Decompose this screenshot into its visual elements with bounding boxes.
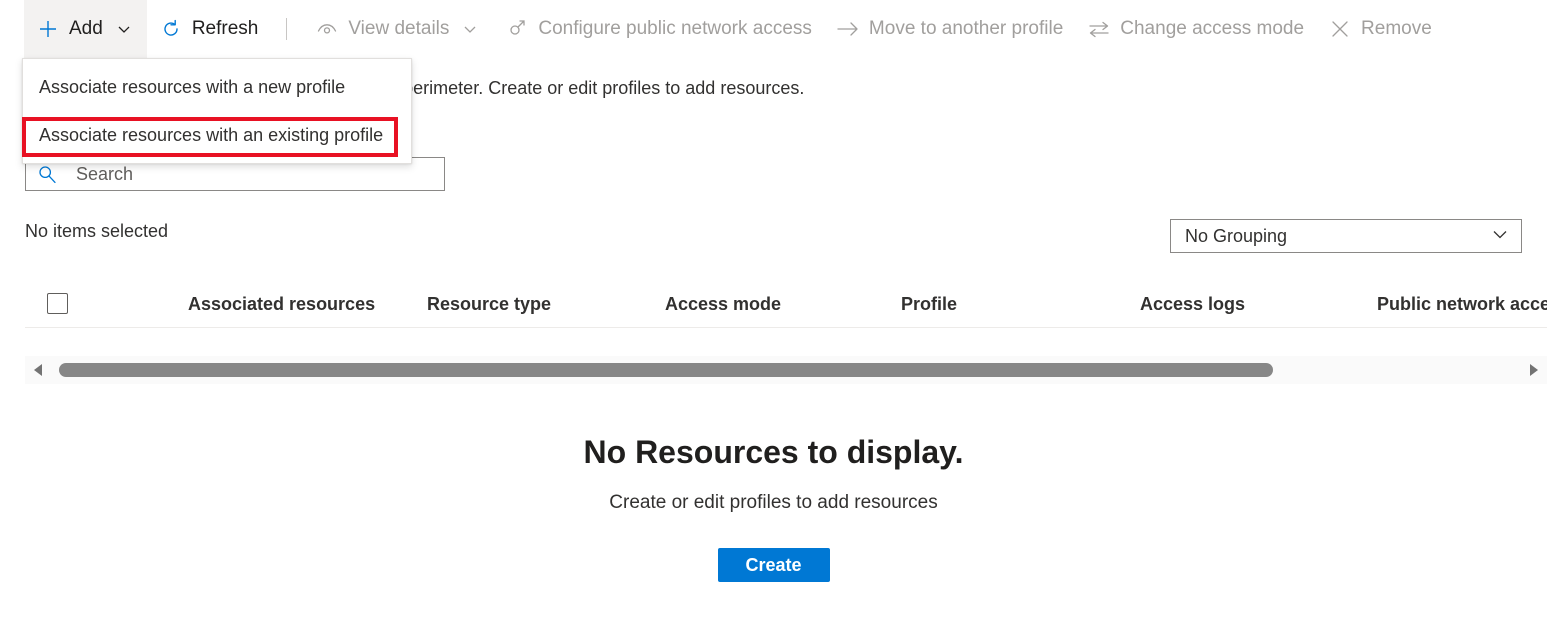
move-to-another-profile-button[interactable]: Move to another profile bbox=[824, 0, 1075, 58]
eye-icon bbox=[315, 17, 339, 41]
triangle-right-icon[interactable] bbox=[1521, 362, 1547, 378]
select-all-checkbox[interactable] bbox=[47, 293, 68, 314]
command-bar: Add Refresh View details bbox=[0, 0, 1547, 58]
empty-state: No Resources to display. Create or edit … bbox=[0, 430, 1547, 582]
view-details-button[interactable]: View details bbox=[303, 0, 493, 58]
search-icon bbox=[36, 163, 58, 185]
plus-icon bbox=[36, 17, 60, 41]
triangle-left-icon[interactable] bbox=[25, 362, 51, 378]
configure-public-network-access-label: Configure public network access bbox=[538, 18, 812, 40]
change-access-mode-button[interactable]: Change access mode bbox=[1075, 0, 1316, 58]
remove-button-label: Remove bbox=[1361, 18, 1432, 40]
column-header-profile[interactable]: Profile bbox=[901, 280, 957, 328]
resources-table-header: Associated resources Resource type Acces… bbox=[25, 280, 1547, 328]
refresh-icon bbox=[159, 17, 183, 41]
menu-item-associate-new-profile[interactable]: Associate resources with a new profile bbox=[23, 63, 411, 111]
arrow-right-icon bbox=[836, 17, 860, 41]
column-header-access-logs[interactable]: Access logs bbox=[1140, 280, 1245, 328]
view-details-label: View details bbox=[348, 18, 449, 40]
create-button[interactable]: Create bbox=[718, 548, 830, 582]
swap-icon bbox=[1087, 17, 1111, 41]
configure-public-network-access-button[interactable]: Configure public network access bbox=[493, 0, 824, 58]
add-dropdown-menu: Associate resources with a new profile A… bbox=[22, 58, 412, 164]
column-header-associated-resources[interactable]: Associated resources bbox=[188, 280, 375, 328]
grouping-dropdown[interactable]: No Grouping bbox=[1170, 219, 1522, 253]
horizontal-scrollbar[interactable] bbox=[25, 356, 1547, 384]
scrollbar-track[interactable] bbox=[59, 363, 1513, 377]
empty-state-title: No Resources to display. bbox=[0, 430, 1547, 474]
change-access-mode-label: Change access mode bbox=[1120, 18, 1304, 40]
selection-status: No items selected bbox=[25, 221, 168, 242]
add-button-label: Add bbox=[69, 18, 103, 40]
column-header-access-mode[interactable]: Access mode bbox=[665, 280, 781, 328]
column-header-public-network-access[interactable]: Public network access bbox=[1377, 280, 1547, 328]
chevron-down-icon bbox=[113, 18, 135, 40]
chevron-down-icon bbox=[459, 18, 481, 40]
add-button[interactable]: Add bbox=[24, 0, 147, 58]
scrollbar-thumb[interactable] bbox=[59, 363, 1273, 377]
menu-item-associate-existing-profile[interactable]: Associate resources with an existing pro… bbox=[23, 111, 411, 159]
chevron-down-icon bbox=[1491, 225, 1509, 248]
close-icon bbox=[1328, 17, 1352, 41]
column-header-resource-type[interactable]: Resource type bbox=[427, 280, 551, 328]
empty-state-subtitle: Create or edit profiles to add resources bbox=[0, 490, 1547, 516]
move-to-another-profile-label: Move to another profile bbox=[869, 18, 1063, 40]
search-input[interactable] bbox=[74, 163, 434, 186]
refresh-button-label: Refresh bbox=[192, 18, 259, 40]
remove-button[interactable]: Remove bbox=[1316, 0, 1444, 58]
grouping-selected-value: No Grouping bbox=[1185, 226, 1287, 247]
refresh-button[interactable]: Refresh bbox=[147, 0, 271, 58]
toolbar-separator bbox=[286, 18, 287, 40]
plug-icon bbox=[505, 17, 529, 41]
